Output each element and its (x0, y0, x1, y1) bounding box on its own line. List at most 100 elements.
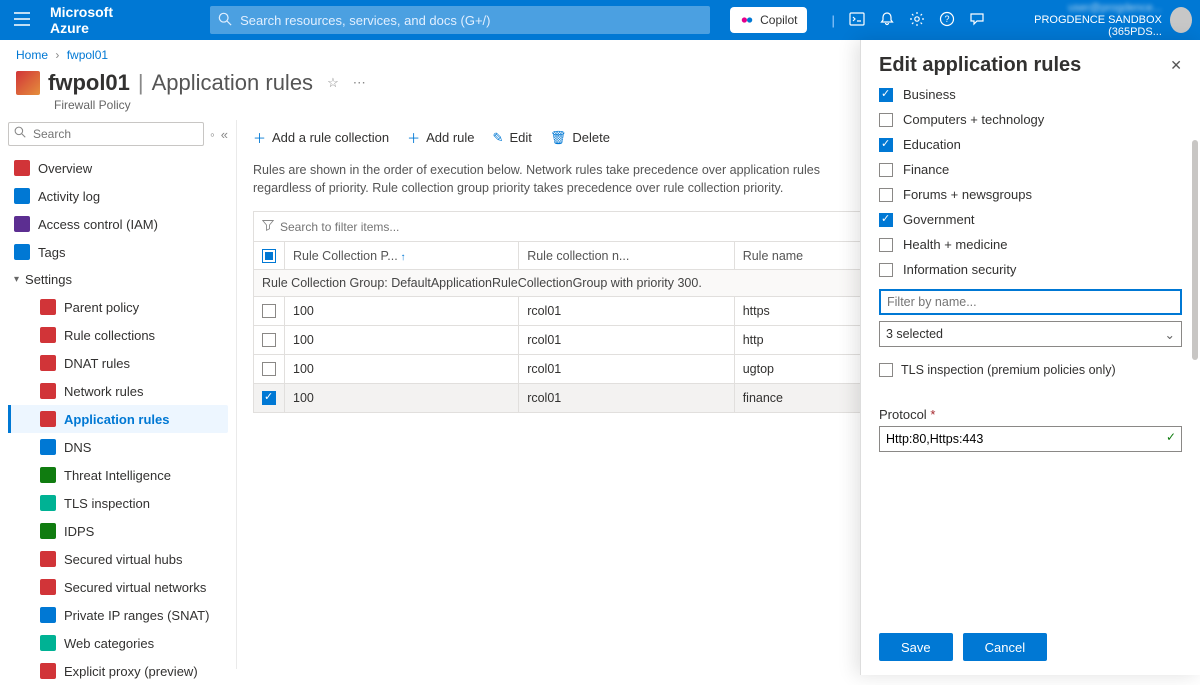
cloud-shell-icon[interactable] (849, 11, 865, 30)
nav-pin-icon[interactable]: ◦ (210, 127, 215, 142)
nav-item-parent-policy[interactable]: Parent policy (8, 293, 228, 321)
cell-rname: finance (734, 383, 874, 412)
nav-item-dnat-rules[interactable]: DNAT rules (8, 349, 228, 377)
category-label: Education (903, 137, 961, 152)
add-rule-button[interactable]: ＋Add rule (407, 128, 474, 147)
nav-item-secured-virtual-networks[interactable]: Secured virtual networks (8, 573, 228, 601)
nav-item-label: Settings (25, 272, 72, 287)
nav-item-tags[interactable]: Tags (8, 238, 228, 266)
nav-item-icon (14, 244, 30, 260)
notifications-icon[interactable] (879, 11, 895, 30)
selected-dropdown[interactable]: 3 selected ⌄ (879, 321, 1182, 347)
nav-item-activity-log[interactable]: Activity log (8, 182, 228, 210)
panel-scrollbar[interactable] (1192, 140, 1198, 360)
nav-item-explicit-proxy-preview-[interactable]: Explicit proxy (preview) (8, 657, 228, 685)
add-rule-collection-button[interactable]: ＋Add a rule collection (253, 128, 389, 147)
category-checkbox[interactable] (879, 263, 893, 277)
category-checkbox[interactable] (879, 188, 893, 202)
col-priority[interactable]: Rule Collection P... (285, 242, 519, 270)
cell-rcname: rcol01 (519, 325, 735, 354)
copilot-button[interactable]: Copilot (730, 7, 807, 33)
row-checkbox[interactable] (262, 391, 276, 405)
row-checkbox[interactable] (262, 304, 276, 318)
category-checkbox[interactable] (879, 163, 893, 177)
protocol-input[interactable] (879, 426, 1182, 452)
nav-item-threat-intelligence[interactable]: Threat Intelligence (8, 461, 228, 489)
tls-label: TLS inspection (premium policies only) (901, 363, 1116, 377)
category-checkbox[interactable] (879, 88, 893, 102)
nav-item-dns[interactable]: DNS (8, 433, 228, 461)
category-label: Health + medicine (903, 237, 1007, 252)
account-area[interactable]: user@progdence... PROGDENCE SANDBOX (365… (1005, 2, 1192, 38)
header-checkbox[interactable] (262, 249, 276, 263)
settings-icon[interactable] (909, 11, 925, 30)
nav-item-icon (40, 439, 56, 455)
edit-button[interactable]: ✎Edit (493, 130, 532, 146)
hamburger-icon[interactable] (8, 6, 36, 35)
nav-item-settings[interactable]: Settings (8, 266, 228, 293)
nav-item-icon (40, 467, 56, 483)
category-health-medicine[interactable]: Health + medicine (879, 237, 1182, 252)
category-label: Information security (903, 262, 1016, 277)
category-government[interactable]: Government (879, 212, 1182, 227)
category-finance[interactable]: Finance (879, 162, 1182, 177)
topbar-utility-icons: | ? (831, 11, 984, 30)
category-forums-newsgroups[interactable]: Forums + newsgroups (879, 187, 1182, 202)
cancel-button[interactable]: Cancel (963, 633, 1047, 661)
nav-item-application-rules[interactable]: Application rules (8, 405, 228, 433)
tls-checkbox[interactable] (879, 363, 893, 377)
nav-collapse-icon[interactable]: « (221, 127, 228, 142)
nav-item-tls-inspection[interactable]: TLS inspection (8, 489, 228, 517)
nav-item-web-categories[interactable]: Web categories (8, 629, 228, 657)
nav-item-access-control-iam-[interactable]: Access control (IAM) (8, 210, 228, 238)
nav-item-label: Private IP ranges (SNAT) (64, 608, 209, 623)
nav-item-icon (40, 355, 56, 371)
nav-item-rule-collections[interactable]: Rule collections (8, 321, 228, 349)
row-checkbox[interactable] (262, 333, 276, 347)
nav-item-idps[interactable]: IDPS (8, 517, 228, 545)
resource-nav: ◦ « Overview Activity logAccess control (… (0, 120, 236, 669)
save-button[interactable]: Save (879, 633, 953, 661)
category-checkbox[interactable] (879, 113, 893, 127)
col-rcname[interactable]: Rule collection n... (519, 242, 735, 270)
nav-item-label: DNAT rules (64, 356, 130, 371)
row-checkbox[interactable] (262, 362, 276, 376)
copilot-label: Copilot (760, 13, 797, 27)
nav-item-overview[interactable]: Overview (8, 154, 228, 182)
global-search-input[interactable] (210, 6, 710, 34)
category-filter-input[interactable] (879, 289, 1182, 315)
nav-item-network-rules[interactable]: Network rules (8, 377, 228, 405)
col-rname[interactable]: Rule name (734, 242, 874, 270)
nav-item-icon (40, 579, 56, 595)
category-computers-technology[interactable]: Computers + technology (879, 112, 1182, 127)
category-information-security[interactable]: Information security (879, 262, 1182, 277)
nav-item-label: Network rules (64, 384, 143, 399)
breadcrumb-home[interactable]: Home (16, 48, 48, 62)
close-icon[interactable]: ✕ (1170, 57, 1182, 74)
breadcrumb-current[interactable]: fwpol01 (67, 48, 108, 62)
help-icon[interactable]: ? (939, 11, 955, 30)
category-checkbox[interactable] (879, 138, 893, 152)
category-business[interactable]: Business (879, 87, 1182, 102)
feedback-icon[interactable] (969, 11, 985, 30)
category-checkbox[interactable] (879, 213, 893, 227)
nav-search[interactable] (8, 122, 204, 146)
delete-button[interactable]: 🗑Delete (550, 130, 610, 146)
category-label: Finance (903, 162, 949, 177)
filter-icon (262, 219, 274, 234)
global-search[interactable] (210, 6, 710, 34)
nav-item-icon (40, 383, 56, 399)
nav-item-secured-virtual-hubs[interactable]: Secured virtual hubs (8, 545, 228, 573)
nav-item-private-ip-ranges-snat-[interactable]: Private IP ranges (SNAT) (8, 601, 228, 629)
nav-item-label: Overview (38, 161, 92, 176)
account-tenant: PROGDENCE SANDBOX (365PDS... (1034, 14, 1162, 38)
nav-item-label: Parent policy (64, 300, 139, 315)
category-checkbox[interactable] (879, 238, 893, 252)
more-actions-icon[interactable]: ⋯ (353, 75, 366, 91)
nav-search-input[interactable] (8, 122, 204, 146)
avatar[interactable] (1170, 7, 1192, 33)
category-education[interactable]: Education (879, 137, 1182, 152)
favorite-star-icon[interactable]: ☆ (327, 75, 339, 91)
brand-label: Microsoft Azure (50, 4, 140, 36)
info-text: Rules are shown in the order of executio… (253, 155, 873, 211)
